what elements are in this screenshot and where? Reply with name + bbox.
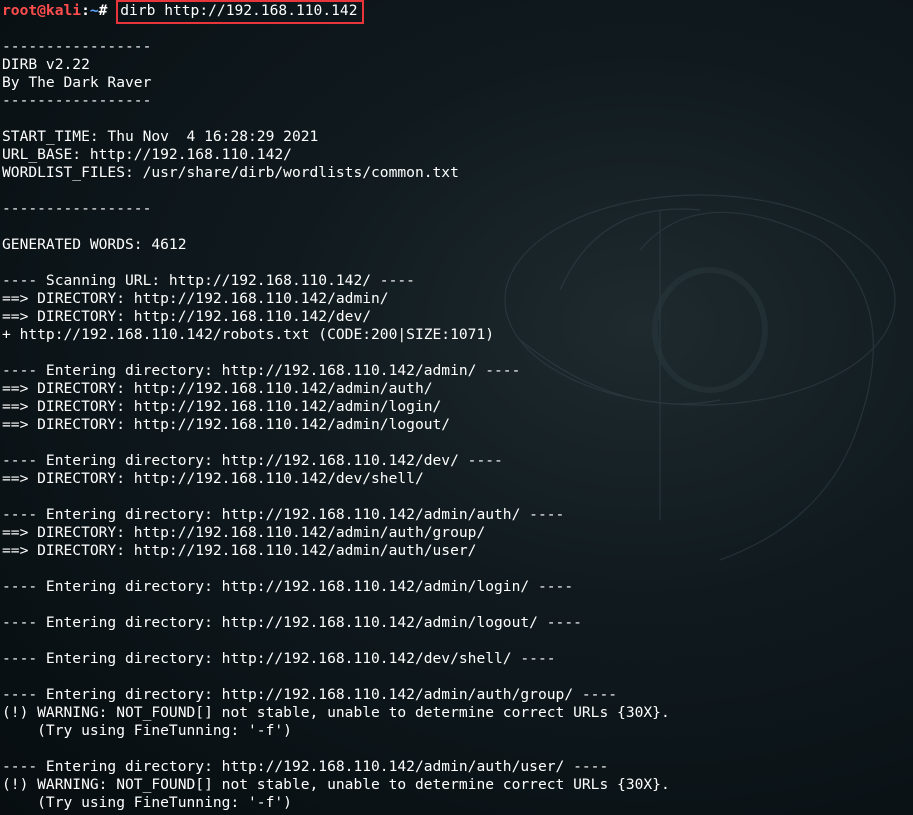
output-line: (Try using FineTunning: '-f') [2,794,292,811]
output-line: ==> DIRECTORY: http://192.168.110.142/ad… [2,380,433,397]
output-line: (!) WARNING: NOT_FOUND[] not stable, una… [2,704,670,721]
output-line: (Try using FineTunning: '-f') [2,722,292,739]
prompt-path: ~ [89,2,99,19]
terminal-output[interactable]: root@kali:~# dirb http://192.168.110.142… [2,0,907,812]
output-line: ---- Entering directory: http://192.168.… [2,452,503,469]
output-line: ---- Entering directory: http://192.168.… [2,650,556,667]
output-line: URL_BASE: http://192.168.110.142/ [2,146,292,163]
output-line: ----------------- [2,92,152,109]
output-line: START_TIME: Thu Nov 4 16:28:29 2021 [2,128,319,145]
output-line: ==> DIRECTORY: http://192.168.110.142/de… [2,308,372,325]
output-line: By The Dark Raver [2,74,152,91]
output-line: WORDLIST_FILES: /usr/share/dirb/wordlist… [2,164,459,181]
output-line: ----------------- [2,200,152,217]
output-line: ---- Entering directory: http://192.168.… [2,362,521,379]
output-line: ---- Scanning URL: http://192.168.110.14… [2,272,415,289]
output-line: ==> DIRECTORY: http://192.168.110.142/ad… [2,290,389,307]
prompt-line: root@kali:~# dirb http://192.168.110.142 [2,0,907,24]
output-line: ---- Entering directory: http://192.168.… [2,758,609,775]
prompt-symbol: # [98,2,108,19]
output-line: ---- Entering directory: http://192.168.… [2,578,574,595]
command-highlight: dirb http://192.168.110.142 [116,0,364,24]
output-line: ==> DIRECTORY: http://192.168.110.142/de… [2,470,424,487]
output-line: ==> DIRECTORY: http://192.168.110.142/ad… [2,398,442,415]
output-line: DIRB v2.22 [2,56,90,73]
output-line: (!) WARNING: NOT_FOUND[] not stable, una… [2,776,670,793]
output-line: ----------------- [2,38,152,55]
output-line: ---- Entering directory: http://192.168.… [2,614,582,631]
output-line: + http://192.168.110.142/robots.txt (COD… [2,326,495,343]
output-line: GENERATED WORDS: 4612 [2,236,187,253]
prompt-user-host: root@kali [2,2,82,19]
prompt-separator: : [81,2,90,19]
output-line: ==> DIRECTORY: http://192.168.110.142/ad… [2,524,486,541]
output-line: ---- Entering directory: http://192.168.… [2,506,565,523]
output-line: ==> DIRECTORY: http://192.168.110.142/ad… [2,416,451,433]
output-lines: ----------------- DIRB v2.22 By The Dark R… [2,20,907,812]
command-text: dirb http://192.168.110.142 [120,2,358,19]
output-line: ==> DIRECTORY: http://192.168.110.142/ad… [2,542,477,559]
output-line: ---- Entering directory: http://192.168.… [2,686,618,703]
